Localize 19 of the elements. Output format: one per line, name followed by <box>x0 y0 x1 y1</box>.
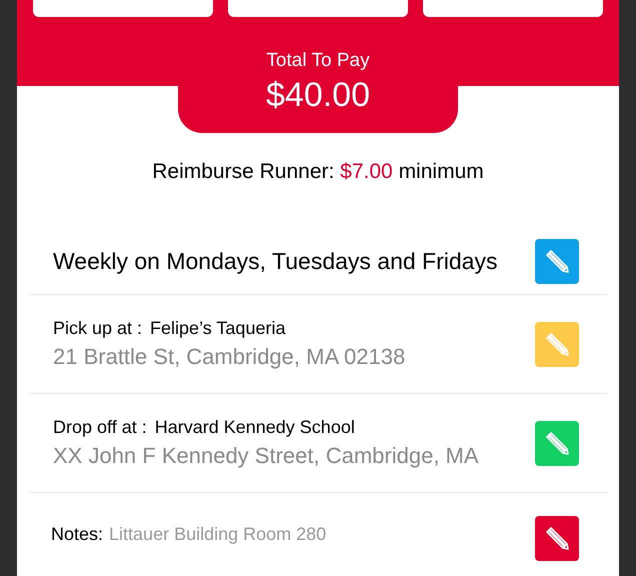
address-text: 21 Brattle St, Cambridge, MA 02138 <box>53 343 406 371</box>
reimburse-text: Reimburse Runner: $7.00 minimum <box>152 159 484 185</box>
pencil-icon <box>544 248 570 274</box>
schedule-text: Weekly on Mondays, Tuesdays and Fridays <box>53 247 498 276</box>
location-label: Drop off at : <box>53 416 147 439</box>
place-name: Felipe’s Taqueria <box>150 317 286 340</box>
notes-text: Littauer Building Room 280 <box>109 522 326 546</box>
total-label: Total To Pay <box>266 49 370 73</box>
place-name: Harvard Kennedy School <box>154 416 355 439</box>
pencil-icon <box>544 331 570 357</box>
edit-button[interactable] <box>535 420 579 466</box>
total-amount: $40.00 <box>266 75 370 116</box>
pencil-icon <box>544 525 570 551</box>
notes-label: Notes: <box>51 522 104 546</box>
pencil-icon <box>544 430 570 456</box>
address-text: XX John F Kennedy Street, Cambridge, MA <box>53 442 479 470</box>
edit-button[interactable] <box>535 238 579 284</box>
location-label: Pick up at : <box>53 317 142 340</box>
edit-button[interactable] <box>535 516 579 560</box>
